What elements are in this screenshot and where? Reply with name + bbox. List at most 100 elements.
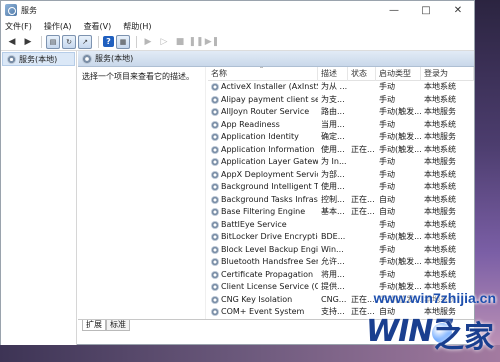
properties-icon[interactable]: ▦: [116, 34, 130, 49]
table-row[interactable]: App Readiness 当用... 手动 本地系统: [208, 119, 474, 132]
menu-file[interactable]: 文件(F): [5, 21, 32, 32]
description-pane: 选择一个项目来查看它的描述。: [78, 67, 206, 319]
service-startup-type: 手动(触发...: [379, 107, 421, 116]
gear-icon: [211, 308, 219, 317]
pause-service-icon[interactable]: ❚❚: [188, 35, 203, 49]
service-description: 使用...: [321, 144, 345, 154]
service-name: Application Identity: [208, 131, 318, 144]
service-name-label: Base Filtering Engine: [221, 207, 306, 216]
service-startup-type: 手动: [379, 244, 395, 254]
toolbar: ◀ ▶ ▤ ↻ ↗ ? ▦ ▶ ▷ ■ ❚❚ ▶❚: [1, 33, 474, 51]
table-row[interactable]: Background Intelligent T... 使用... 手动 本地系统: [208, 181, 474, 194]
column-header-description[interactable]: 描述: [318, 67, 348, 81]
table-row[interactable]: Application Information 使用... 正在... 手动(触发..…: [208, 144, 474, 157]
start-service-icon[interactable]: ▶: [141, 35, 155, 49]
service-description: 为支...: [321, 94, 345, 104]
gear-icon: [211, 83, 219, 92]
gear-icon: [211, 133, 219, 142]
back-arrow-icon[interactable]: ◀: [5, 35, 19, 49]
service-name-label: Block Level Backup Engi...: [221, 244, 318, 254]
gear-icon: [7, 54, 16, 64]
column-header-startup-type[interactable]: 启动类型: [376, 67, 421, 81]
window-title: 服务: [21, 5, 37, 15]
service-startup-type: 手动: [379, 82, 395, 91]
start-service-alt-icon[interactable]: ▷: [157, 35, 171, 49]
service-name-label: Application Information: [221, 144, 315, 154]
service-startup-type: 手动: [379, 169, 395, 179]
close-button[interactable]: ✕: [442, 1, 474, 19]
service-name: Certificate Propagation: [208, 269, 318, 282]
tab-standard[interactable]: 标准: [106, 320, 130, 331]
service-description: 确定...: [321, 132, 345, 141]
service-name: BitLocker Drive Encryptio...: [208, 231, 318, 244]
table-row[interactable]: Certificate Propagation 将用... 手动 本地系统: [208, 269, 474, 282]
service-description: 为从 ...: [321, 82, 348, 91]
service-startup-type: 自动: [379, 194, 395, 204]
column-header-log-on-as[interactable]: 登录为: [421, 67, 474, 81]
service-log-on-as: 本地系统: [424, 244, 456, 254]
table-row[interactable]: BitLocker Drive Encryptio...BDE... 手动(触发.…: [208, 231, 474, 244]
export-list-icon[interactable]: ↗: [78, 34, 92, 49]
service-name: AllJoyn Router Service: [208, 106, 318, 119]
service-log-on-as: 本地系统: [424, 269, 456, 279]
table-row[interactable]: Application Identity 确定... 手动(触发... 本地服务: [208, 131, 474, 144]
service-name: Background Intelligent T...: [208, 181, 318, 194]
service-name-label: COM+ Event System: [221, 307, 305, 316]
service-startup-type: 手动: [379, 269, 395, 279]
service-description: 使用...: [321, 182, 345, 191]
service-name: COM+ Event System: [208, 306, 318, 319]
menu-view[interactable]: 查看(V): [84, 21, 112, 32]
minimize-button[interactable]: —: [378, 1, 410, 19]
menu-action[interactable]: 操作(A): [44, 21, 72, 32]
service-status: 正在...: [351, 207, 375, 216]
table-row[interactable]: Alipay payment client sec...为支... 手动 本地系统: [208, 94, 474, 107]
table-row[interactable]: Base Filtering Engine 基本... 正在... 自动 本地服务: [208, 206, 474, 219]
stop-service-icon[interactable]: ■: [173, 35, 187, 49]
service-name: AppX Deployment Servic...: [208, 169, 318, 182]
table-row[interactable]: Bluetooth Handsfree Ser... 允许... 手动(触发... 本…: [208, 256, 474, 269]
gear-icon: [211, 270, 219, 279]
refresh-icon[interactable]: ↻: [62, 34, 76, 49]
table-row[interactable]: Application Layer Gatewa...为 In... 手动 本地服务: [208, 156, 474, 169]
service-log-on-as: 本地系统: [424, 82, 456, 91]
service-log-on-as: 本地系统: [424, 169, 456, 179]
show-hide-console-tree-icon[interactable]: ▤: [46, 34, 60, 49]
description-text: 选择一个项目来查看它的描述。: [82, 72, 194, 81]
service-name: Client License Service (Cl...: [208, 281, 318, 294]
service-startup-type: 手动(触发...: [379, 132, 421, 141]
tree-item-label: 服务(本地): [19, 54, 58, 64]
table-row[interactable]: Background Tasks Infras... 控制... 正在... 自动 本地…: [208, 194, 474, 207]
service-description: Win...: [321, 244, 344, 254]
gear-icon: [82, 53, 92, 64]
tab-extended[interactable]: 扩展: [82, 320, 106, 331]
table-row[interactable]: AllJoyn Router Service 路由... 手动(触发... 本地服务: [208, 106, 474, 119]
services-app-icon: [5, 4, 17, 16]
forward-arrow-icon[interactable]: ▶: [21, 35, 35, 49]
service-name-label: Alipay payment client sec...: [221, 94, 318, 104]
menu-help[interactable]: 帮助(H): [123, 21, 151, 32]
gear-icon: [211, 283, 219, 292]
tree-item-services-local[interactable]: 服务(本地): [2, 52, 75, 66]
table-row[interactable]: BattlEye Service 手动 本地系统: [208, 219, 474, 232]
service-status: 正在...: [351, 194, 375, 204]
gear-icon: [211, 170, 219, 179]
restart-service-icon[interactable]: ▶❚: [205, 35, 219, 49]
service-log-on-as: 本地系统: [424, 232, 456, 241]
service-log-on-as: 本地服务: [424, 207, 456, 216]
column-header-status[interactable]: 状态: [348, 67, 376, 81]
watermark-suffix: 之家: [434, 320, 494, 355]
gear-icon: [211, 158, 219, 167]
title-bar: 服务 — □ ✕: [1, 1, 474, 19]
help-icon[interactable]: ?: [103, 36, 114, 47]
service-log-on-as: 本地系统: [424, 219, 456, 229]
service-name-label: BitLocker Drive Encryptio...: [221, 232, 318, 241]
table-row[interactable]: ActiveX Installer (AxInstSV)为从 ... 手动 本地系统: [208, 81, 474, 94]
service-startup-type: 手动: [379, 182, 395, 191]
table-row[interactable]: Block Level Backup Engi... Win... 手动 本地系统: [208, 244, 474, 257]
service-description: 允许...: [321, 257, 345, 266]
service-startup-type: 手动: [379, 157, 395, 166]
watermark-site: www.win7zhijia.cn: [373, 290, 496, 306]
table-row[interactable]: AppX Deployment Servic... 为部... 手动 本地系统: [208, 169, 474, 182]
toolbar-separator: [136, 35, 137, 48]
maximize-button[interactable]: □: [410, 1, 442, 19]
